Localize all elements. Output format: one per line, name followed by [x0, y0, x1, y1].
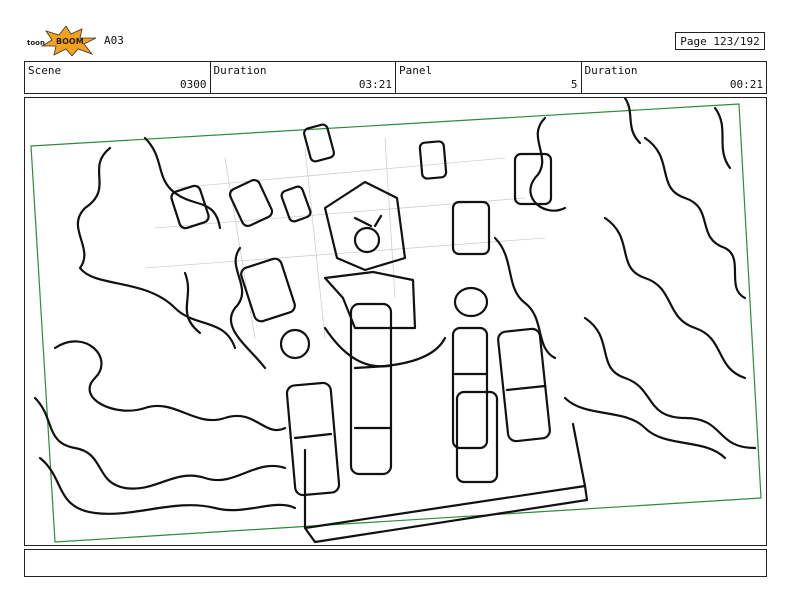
panel-value: 5 [570, 78, 578, 91]
scene-duration-cell: Duration 03:21 [211, 62, 396, 93]
page-indicator: Page 123/192 [675, 32, 765, 50]
svg-text:toon: toon [27, 39, 45, 47]
scene-cell: Scene 0300 [25, 62, 211, 93]
panel-label: Panel [399, 64, 433, 77]
camera-frame [30, 103, 762, 543]
scene-duration-label: Duration [213, 64, 267, 77]
project-code: A03 [104, 34, 124, 47]
storyboard-sketch [30, 98, 762, 544]
info-bar: Scene 0300 Duration 03:21 Panel 5 Durati… [24, 61, 767, 94]
scene-label: Scene [28, 64, 62, 77]
panel-duration-value: 00:21 [729, 78, 763, 91]
panel-duration-cell: Duration 00:21 [582, 62, 767, 93]
notes-box [24, 549, 767, 577]
storyboard-panel [24, 97, 767, 546]
toonboom-logo: toon BOOM [26, 25, 98, 57]
panel-duration-label: Duration [584, 64, 638, 77]
svg-text:BOOM: BOOM [56, 37, 84, 46]
can-stacks [285, 302, 551, 497]
scene-value: 0300 [180, 78, 207, 91]
floating-cans [170, 123, 553, 323]
panel-cell: Panel 5 [396, 62, 582, 93]
scene-duration-value: 03:21 [358, 78, 392, 91]
